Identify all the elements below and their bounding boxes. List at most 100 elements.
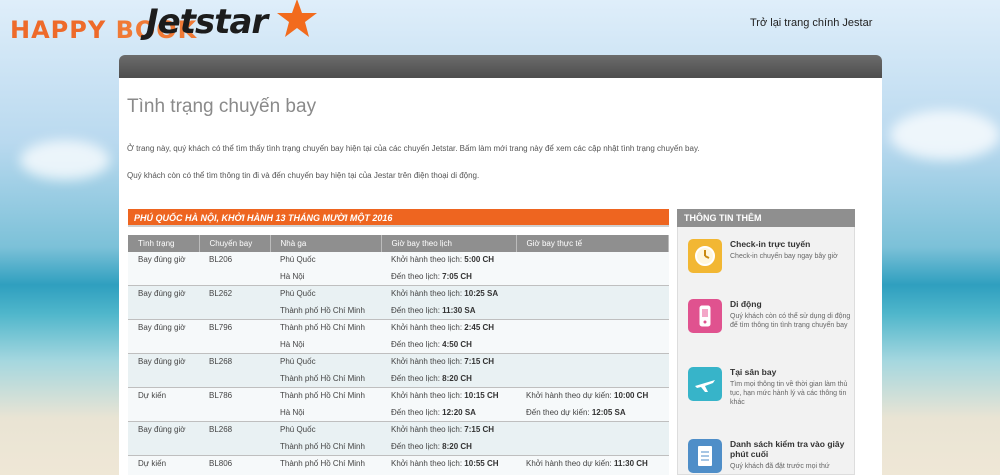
scheduled-arrival-time: 7:05 CH — [442, 271, 472, 281]
table-row: Bay đúng giờ BL268 Phú Quốc Thành phố Hồ Ch… — [128, 353, 669, 388]
station-cell: Thành phố Hồ Chí Minh — [270, 456, 381, 475]
sidebar-item-title[interactable]: Danh sách kiểm tra vào giây phút cuối — [730, 439, 852, 459]
scheduled-time-cell: Khởi hành theo lịch: 7:15 CH Đến theo lịc… — [391, 357, 495, 383]
station-cell: Phú Quốc Hà Nội — [270, 252, 381, 286]
scheduled-time-cell: Khởi hành theo lịch: 5:00 CH Đến theo lịc… — [391, 255, 495, 281]
sidebar-item-title[interactable]: Tại sân bay — [730, 367, 852, 377]
scheduled-arrival-time: 11:30 SA — [442, 305, 476, 315]
scheduled-departure-time: 10:55 CH — [464, 459, 499, 468]
cloud-decoration — [890, 110, 1000, 160]
estimated-arrival-time: 12:05 SA — [591, 407, 626, 417]
flight-number-cell: BL262 — [209, 289, 233, 298]
more-info-sidebar: THÔNG TIN THÊM Check-in trực tuyến Check-… — [677, 209, 855, 475]
column-header-flight: Chuyến bay — [199, 235, 271, 252]
sidebar-item-desc: Quý khách đã đặt trước mọi thứ — [730, 463, 830, 470]
flight-status-table: Tình trạng Chuyến bay Nhà ga Giờ bay the… — [128, 235, 669, 475]
scheduled-time-cell: Khởi hành theo lịch: 7:15 CH Đến theo lịc… — [391, 425, 495, 451]
status-cell: Bay đúng giờ — [138, 425, 186, 434]
status-cell: Bay đúng giờ — [138, 357, 186, 366]
status-cell: Dự kiến — [138, 391, 167, 400]
status-cell: Bay đúng giờ — [138, 255, 186, 264]
actual-time-cell: Khởi hành theo dự kiến: 10:00 CH Đến theo… — [526, 391, 649, 417]
departure-station: Thành phố Hồ Chí Minh — [280, 323, 365, 332]
scheduled-arrival-time: 12:20 SA — [442, 407, 476, 417]
sidebar-item-desc: Check-in chuyến bay ngay bây giờ — [730, 253, 838, 260]
sidebar-item-desc: Quý khách còn có thể sử dụng di động để … — [730, 313, 851, 329]
star-icon — [277, 0, 317, 37]
estimated-departure-time: 10:00 CH — [614, 391, 649, 400]
table-row: Bay đúng giờ BL262 Phú Quốc Thành phố Hồ Ch… — [128, 285, 669, 320]
back-to-jetstar-link[interactable]: Trở lại trang chính Jestar — [750, 17, 872, 29]
station-cell: Phú Quốc Thành phố Hồ Chí Minh — [270, 354, 381, 388]
departure-station: Thành phố Hồ Chí Minh — [280, 459, 365, 468]
jetstar-logo-text: Jetstar — [146, 2, 268, 42]
arrival-station: Hà Nội — [280, 407, 305, 417]
column-header-station: Nhà ga — [270, 235, 382, 252]
content-panel: Tình trạng chuyến bay Ở trang này, quý k… — [119, 78, 882, 475]
station-cell: Thành phố Hồ Chí Minh Hà Nội — [270, 320, 381, 354]
scheduled-arrival-time: 4:50 CH — [442, 339, 472, 349]
actual-time-cell — [516, 286, 669, 320]
table-row: Bay đúng giờ BL796 Thành phố Hồ Chí Minh Hà… — [128, 319, 669, 354]
departure-station: Phú Quốc — [280, 425, 316, 434]
scheduled-time-cell: Khởi hành theo lịch: 2:45 CH Đến theo lịc… — [391, 323, 495, 349]
actual-time-cell: Khởi hành theo dự kiến: 11:30 CH — [526, 459, 648, 468]
scheduled-time-cell: Khởi hành theo lịch: 10:15 CH Đến theo lị… — [391, 391, 499, 417]
flight-number-cell: BL806 — [209, 459, 233, 468]
page-title: Tình trạng chuyến bay — [127, 96, 317, 117]
airplane-icon — [688, 367, 722, 401]
site-header: HAPPY BOOK Jetstar Trở lại trang chính J… — [0, 0, 1000, 55]
scheduled-departure-time: 5:00 CH — [464, 255, 495, 264]
table-header-row: Tình trạng Chuyến bay Nhà ga Giờ bay the… — [128, 235, 669, 252]
sidebar-body: Check-in trực tuyến Check-in chuyến bay n… — [677, 227, 855, 475]
actual-time-cell — [516, 354, 669, 388]
station-cell: Phú Quốc Thành phố Hồ Chí Minh — [270, 422, 381, 456]
column-header-actual: Giờ bay thực tế — [516, 235, 669, 252]
jetstar-logo[interactable]: Jetstar — [146, 0, 317, 42]
status-cell: Dự kiến — [138, 459, 167, 468]
flight-number-cell: BL268 — [209, 357, 233, 366]
table-row: Bay đúng giờ BL206 Phú Quốc Hà Nội Khởi hành… — [128, 252, 669, 286]
departure-station: Phú Quốc — [280, 289, 316, 298]
column-header-scheduled: Giờ bay theo lịch — [381, 235, 517, 252]
scheduled-departure-time: 10:25 SA — [464, 289, 499, 298]
arrival-station: Thành phố Hồ Chí Minh — [280, 373, 365, 383]
scheduled-time-cell: Khởi hành theo lịch: 10:25 SA Đến theo lị… — [391, 289, 499, 315]
actual-time-cell — [516, 320, 669, 354]
checklist-icon — [688, 439, 722, 473]
flight-number-cell: BL786 — [209, 391, 233, 400]
top-nav-bar — [119, 55, 882, 78]
departure-station: Phú Quốc — [280, 255, 316, 264]
table-row: Bay đúng giờ BL268 Phú Quốc Thành phố Hồ Ch… — [128, 421, 669, 456]
scheduled-time-cell: Khởi hành theo lịch: 10:55 CH — [391, 459, 499, 468]
table-row: Dự kiến BL806 Thành phố Hồ Chí Minh Khởi hà… — [128, 455, 669, 475]
flight-number-cell: BL796 — [209, 323, 233, 332]
sidebar-item-title[interactable]: Di động — [730, 299, 852, 309]
estimated-departure-time: 11:30 CH — [614, 459, 648, 468]
scheduled-arrival-time: 8:20 CH — [442, 373, 472, 383]
actual-time-cell — [516, 252, 669, 286]
departure-station: Thành phố Hồ Chí Minh — [280, 391, 365, 400]
station-cell: Phú Quốc Thành phố Hồ Chí Minh — [270, 286, 381, 320]
scheduled-arrival-time: 8:20 CH — [442, 441, 472, 451]
actual-time-cell — [516, 422, 669, 456]
table-row: Dự kiến BL786 Thành phố Hồ Chí Minh Hà Nội K… — [128, 387, 669, 422]
scheduled-departure-time: 7:15 CH — [464, 357, 495, 366]
status-cell: Bay đúng giờ — [138, 323, 186, 332]
station-cell: Thành phố Hồ Chí Minh Hà Nội — [270, 388, 381, 422]
departure-station: Phú Quốc — [280, 357, 316, 366]
route-heading: PHÚ QUỐC HÀ NỘI, KHỞI HÀNH 13 THÁNG MƯỜI… — [128, 209, 669, 227]
flight-status-section: PHÚ QUỐC HÀ NỘI, KHỞI HÀNH 13 THÁNG MƯỜI… — [128, 209, 669, 475]
arrival-station: Thành phố Hồ Chí Minh — [280, 441, 365, 451]
cloud-decoration — [20, 140, 110, 180]
sidebar-item-title[interactable]: Check-in trực tuyến — [730, 239, 852, 249]
intro-text: Ở trang này, quý khách có thể tìm thấy t… — [127, 144, 700, 153]
arrival-station: Hà Nội — [280, 339, 305, 349]
scheduled-departure-time: 7:15 CH — [464, 425, 495, 434]
intro-mobile-text: Quý khách còn có thể tìm thông tin đi và… — [127, 171, 480, 180]
status-cell: Bay đúng giờ — [138, 289, 186, 298]
flight-number-cell: BL268 — [209, 425, 233, 434]
scheduled-departure-time: 10:15 CH — [464, 391, 499, 400]
mobile-phone-icon — [688, 299, 722, 333]
sidebar-heading: THÔNG TIN THÊM — [677, 209, 855, 227]
